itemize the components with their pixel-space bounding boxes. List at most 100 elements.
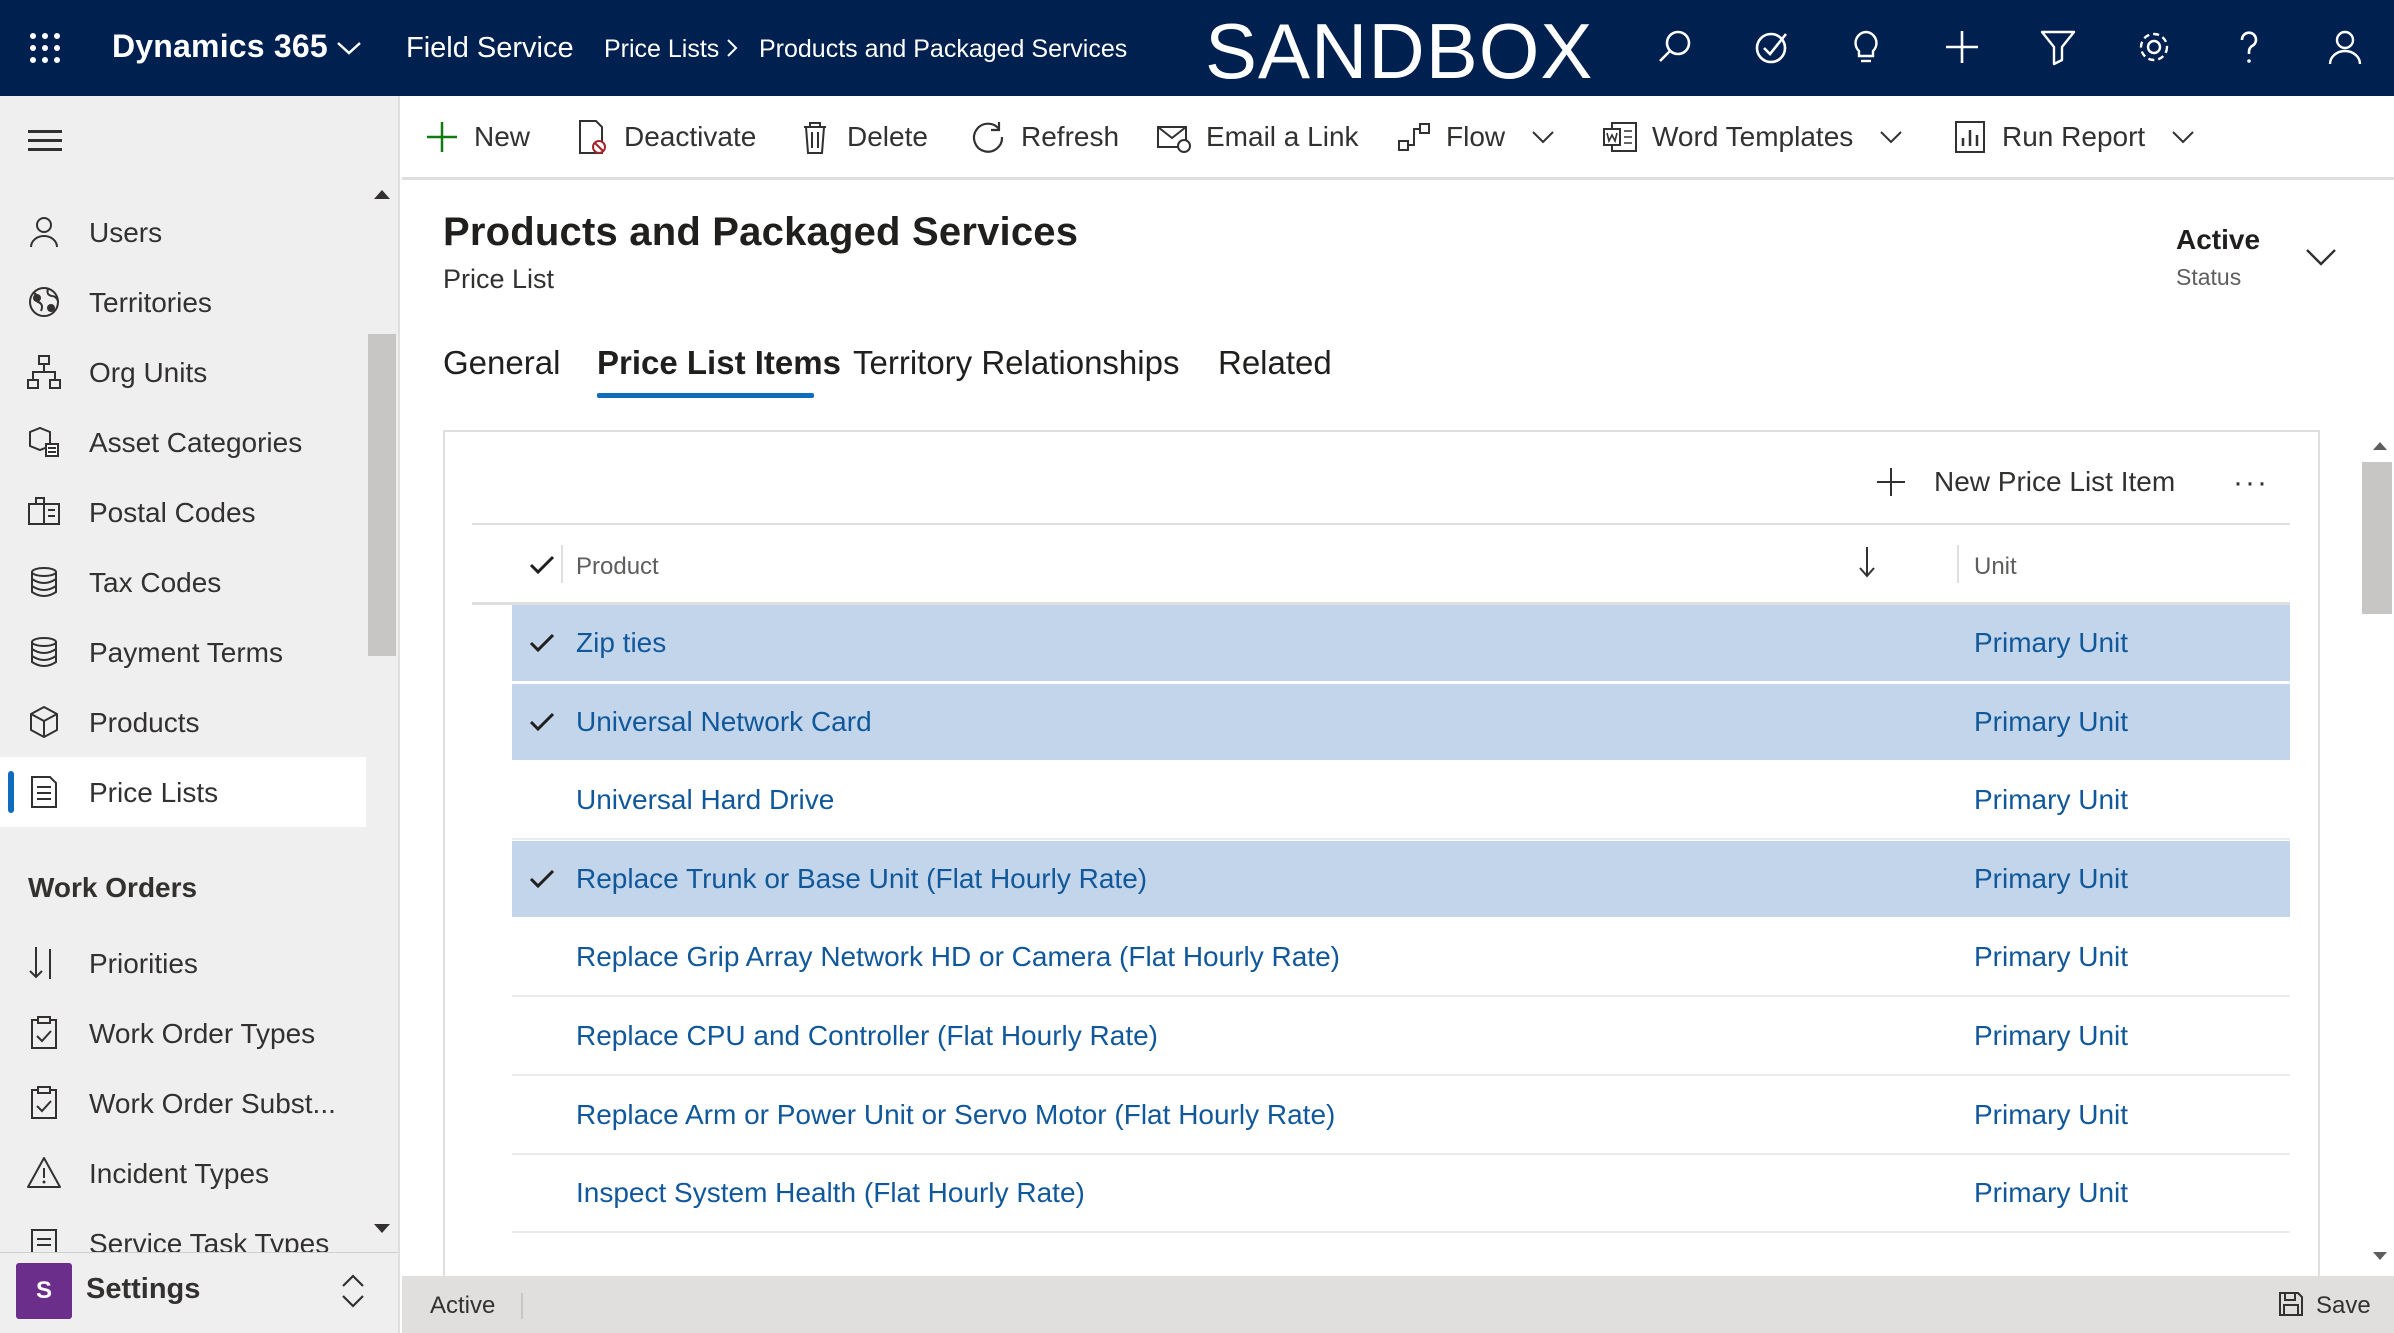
filter-icon[interactable]: [2037, 26, 2079, 68]
record-title: Products and Packaged Services: [443, 210, 1079, 254]
product-link[interactable]: Replace Arm or Power Unit or Servo Motor…: [576, 1099, 1335, 1131]
email-a-link-button[interactable]: Email a Link: [1156, 115, 1359, 159]
lightbulb-icon[interactable]: [1845, 26, 1887, 68]
sort-icon: [29, 947, 51, 979]
word-templates-button[interactable]: Word Templates: [1602, 115, 1903, 159]
table-row[interactable]: Inspect System Health (Flat Hourly Rate)…: [512, 1155, 2290, 1233]
search-icon[interactable]: [1654, 26, 1696, 68]
sidebar-item-incident-types[interactable]: Incident Types: [0, 1138, 366, 1208]
document-icon: [31, 776, 57, 808]
sidebar-item-org-units[interactable]: Org Units: [0, 337, 366, 407]
sort-descending-icon[interactable]: [1856, 545, 1878, 579]
table-row[interactable]: Universal Hard Drive Primary Unit: [512, 762, 2290, 840]
save-button[interactable]: Save: [2316, 1292, 2371, 1320]
tasks-icon: [31, 1229, 57, 1252]
area-badge: S: [16, 1263, 72, 1319]
new-price-list-item-button[interactable]: New Price List Item: [1876, 462, 2175, 502]
product-link[interactable]: Inspect System Health (Flat Hourly Rate): [576, 1177, 1085, 1209]
table-row[interactable]: Replace Trunk or Base Unit (Flat Hourly …: [512, 841, 2290, 919]
settings-icon[interactable]: [2133, 26, 2175, 68]
unit-link[interactable]: Primary Unit: [1974, 1099, 2128, 1131]
sidebar-scroll-down-icon[interactable]: [374, 1224, 390, 1233]
unit-link[interactable]: Primary Unit: [1974, 784, 2128, 816]
product-link[interactable]: Universal Network Card: [576, 706, 872, 738]
table-row[interactable]: Replace Arm or Power Unit or Servo Motor…: [512, 1077, 2290, 1155]
sidebar-item-asset-categories[interactable]: Asset Categories: [0, 407, 366, 477]
unit-link[interactable]: Primary Unit: [1974, 1177, 2128, 1209]
table-row[interactable]: Zip ties Primary Unit: [512, 605, 2290, 683]
asset-icon: [29, 426, 59, 457]
refresh-icon: [972, 122, 1004, 153]
sidebar-scrollbar-thumb[interactable]: [368, 334, 396, 656]
scroll-down-icon[interactable]: [2373, 1252, 2387, 1260]
scroll-up-icon[interactable]: [2373, 442, 2387, 450]
sidebar-item-users[interactable]: Users: [0, 197, 366, 267]
table-row[interactable]: Replace Grip Array Network HD or Camera …: [512, 919, 2290, 997]
breadcrumb-separator-icon: [727, 39, 738, 57]
record-entity-name: Price List: [443, 264, 555, 294]
more-commands-icon[interactable]: ···: [2233, 466, 2269, 500]
plus-icon[interactable]: [1941, 26, 1983, 68]
select-all-check-icon[interactable]: [528, 553, 556, 577]
product-link[interactable]: Universal Hard Drive: [576, 784, 834, 816]
tab-general[interactable]: General: [443, 344, 560, 382]
sidebar-item-tax-codes[interactable]: Tax Codes: [0, 547, 366, 617]
sidebar-item-postal-codes[interactable]: Postal Codes: [0, 477, 366, 547]
main-scrollbar-thumb[interactable]: [2362, 462, 2392, 614]
header-expand-chevron-icon[interactable]: [2304, 246, 2338, 268]
product-link[interactable]: Replace Trunk or Base Unit (Flat Hourly …: [576, 863, 1147, 895]
postal-icon: [28, 497, 60, 525]
sidebar-item-products[interactable]: Products: [0, 687, 366, 757]
sidebar-item-work-order-substatus[interactable]: Work Order Subst...: [0, 1068, 366, 1138]
flow-icon: [1398, 123, 1430, 151]
tab-price-list-items[interactable]: Price List Items: [597, 344, 841, 382]
column-header-unit[interactable]: Unit: [1974, 553, 2017, 581]
tab-related[interactable]: Related: [1218, 344, 1332, 382]
area-switcher[interactable]: S Settings: [0, 1252, 398, 1333]
breadcrumb-price-lists[interactable]: Price Lists: [604, 35, 719, 64]
deactivate-button[interactable]: Deactivate: [574, 115, 756, 159]
delete-button[interactable]: Delete: [797, 115, 928, 159]
help-icon[interactable]: [2228, 26, 2270, 68]
chevron-down-icon: [1532, 131, 1554, 144]
sidebar-item-price-lists[interactable]: Price Lists: [0, 757, 366, 827]
user-icon[interactable]: [2324, 26, 2366, 68]
sidebar-item-priorities[interactable]: Priorities: [0, 928, 366, 998]
user-icon: [30, 217, 58, 248]
sidebar-item-work-order-types[interactable]: Work Order Types: [0, 998, 366, 1068]
sidebar-scroll-up-icon[interactable]: [374, 190, 390, 199]
tab-territory-relationships[interactable]: Territory Relationships: [853, 344, 1179, 382]
new-button[interactable]: New: [424, 115, 530, 159]
flow-button[interactable]: Flow: [1396, 115, 1555, 159]
product-link[interactable]: Replace CPU and Controller (Flat Hourly …: [576, 1020, 1158, 1052]
unit-link[interactable]: Primary Unit: [1974, 1020, 2128, 1052]
task-icon[interactable]: [1750, 26, 1792, 68]
sidebar-item-territories[interactable]: Territories: [0, 267, 366, 337]
run-report-button[interactable]: Run Report: [1952, 115, 2195, 159]
unit-link[interactable]: Primary Unit: [1974, 941, 2128, 973]
app-name[interactable]: Dynamics 365: [112, 28, 328, 65]
sidebar-item-service-task-types[interactable]: Service Task Types: [0, 1208, 366, 1252]
product-link[interactable]: Replace Grip Array Network HD or Camera …: [576, 941, 1340, 973]
unit-link[interactable]: Primary Unit: [1974, 706, 2128, 738]
row-selected-check-icon[interactable]: [528, 867, 556, 891]
table-row[interactable]: Replace CPU and Controller (Flat Hourly …: [512, 998, 2290, 1076]
table-row[interactable]: Universal Network Card Primary Unit: [512, 684, 2290, 762]
save-icon[interactable]: [2278, 1291, 2304, 1317]
column-header-product[interactable]: Product: [576, 553, 659, 581]
app-launcher-waffle-icon[interactable]: [30, 33, 62, 65]
unit-link[interactable]: Primary Unit: [1974, 627, 2128, 659]
unit-link[interactable]: Primary Unit: [1974, 863, 2128, 895]
chevron-down-icon: [2172, 131, 2194, 144]
refresh-button[interactable]: Refresh: [971, 115, 1119, 159]
chevron-down-icon[interactable]: [336, 38, 362, 58]
row-selected-check-icon[interactable]: [528, 710, 556, 734]
sidebar-item-payment-terms[interactable]: Payment Terms: [0, 617, 366, 687]
row-selected-check-icon[interactable]: [528, 631, 556, 655]
product-link[interactable]: Zip ties: [576, 627, 666, 659]
top-navigation-bar: Dynamics 365 Field Service Price Lists P…: [0, 0, 2394, 96]
trash-icon: [804, 122, 826, 154]
area-name[interactable]: Field Service: [406, 32, 574, 65]
footer-status: Active: [430, 1292, 496, 1319]
warning-icon: [27, 1157, 61, 1188]
